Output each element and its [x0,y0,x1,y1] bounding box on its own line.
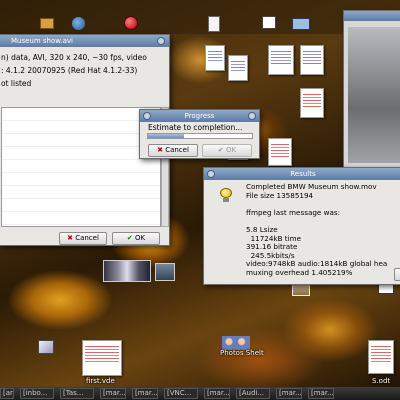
document-thumbnail[interactable] [205,45,225,71]
results-line: muxing overhead 1.405219% [246,267,353,277]
first-file-label[interactable]: first.vde [86,377,115,385]
cancel-button[interactable]: ✖ Cancel [148,144,198,157]
results-dialog[interactable]: Results Completed BMW Museum show.mov Fil… [203,167,400,285]
taskbar-item[interactable]: [Tas... [60,388,94,399]
main-window-titlebar[interactable]: Museum show.avi [0,35,169,47]
taskbar-item[interactable]: [inbo... [20,388,54,399]
menu-icon[interactable] [143,112,151,120]
results-title: Results [290,170,316,178]
window-icon[interactable] [262,16,276,29]
info-lightbulb-icon [220,188,232,202]
top-icon-strip [0,0,400,34]
taskbar-item[interactable]: [ar [0,388,14,399]
folder-icon[interactable] [40,18,54,29]
close-icon[interactable] [157,37,165,45]
progress-title: Progress [184,112,215,120]
progress-dialog[interactable]: Progress Estimate to completion... ✖ Can… [139,109,260,159]
document-thumbnail[interactable] [82,340,122,376]
taskbar-item[interactable]: [mar... [132,388,158,399]
progress-bar-fill [148,134,185,138]
cancel-icon: ✖ [157,146,163,154]
video-preview-window[interactable] [343,10,400,172]
taskbar-item[interactable]: [Audi... [236,388,270,399]
progress-bar [147,133,253,139]
document-thumbnail[interactable] [268,45,294,75]
photo-thumbnail[interactable] [155,263,175,281]
desktop: first.vde Photos Shelt S.odt Museum show… [0,0,400,400]
people-icon[interactable] [222,336,250,350]
cancel-icon: ✖ [67,234,73,242]
check-icon: ✔ [217,146,224,154]
taskbar-item[interactable]: [mar... [276,388,302,399]
document-icon[interactable] [208,16,220,32]
progress-message: Estimate to completion... [148,123,243,132]
results-ok-button[interactable] [394,268,400,281]
document-thumbnail[interactable] [368,340,394,374]
check-icon: ✔ [126,234,133,242]
disc-icon[interactable] [38,340,54,354]
taskbar-item[interactable]: [mar... [204,388,230,399]
taskbar: [ar [inbo... [Tas... [mar... [mar... [VNC... [… [0,387,400,400]
output-list[interactable] [1,107,161,227]
document-thumbnail[interactable] [268,138,292,166]
info-line: ot listed [1,79,32,88]
main-window-title: Museum show.avi [11,37,73,45]
s-odt-label[interactable]: S.odt [372,377,390,385]
document-thumbnail[interactable] [228,55,248,81]
results-text: Completed BMW Museum show.mov File size 1… [246,183,400,278]
photos-label[interactable]: Photos Shelt [220,349,264,357]
ok-button[interactable]: ✔ OK [112,232,160,245]
results-line: File size 13585194 [246,190,314,200]
photo-thumbnail[interactable] [103,260,151,282]
info-line: n) data, AVI, 320 x 240, ~30 fps, video [1,53,147,62]
taskbar-item[interactable]: [VNC... [164,388,198,399]
taskbar-item[interactable]: [mar... [308,388,334,399]
globe-icon[interactable] [72,17,85,30]
info-line: : 4.1.2 20070925 (Red Hat 4.1.2-33) [1,66,138,75]
video-frame [348,27,400,163]
cancel-button[interactable]: ✖ Cancel [59,232,107,245]
bomb-icon[interactable] [124,16,138,30]
close-icon[interactable] [248,112,256,120]
ok-button[interactable]: ✔ OK [202,144,252,157]
network-icon[interactable] [292,18,310,30]
taskbar-item[interactable]: [mar... [100,388,126,399]
document-thumbnail[interactable] [300,45,324,75]
document-thumbnail[interactable] [300,88,324,118]
results-titlebar[interactable]: Results [204,168,400,180]
menu-icon[interactable] [207,170,215,178]
preview-titlebar[interactable] [344,11,400,21]
progress-titlebar[interactable]: Progress [140,110,259,122]
results-line: ffmpeg last message was: [246,207,341,217]
